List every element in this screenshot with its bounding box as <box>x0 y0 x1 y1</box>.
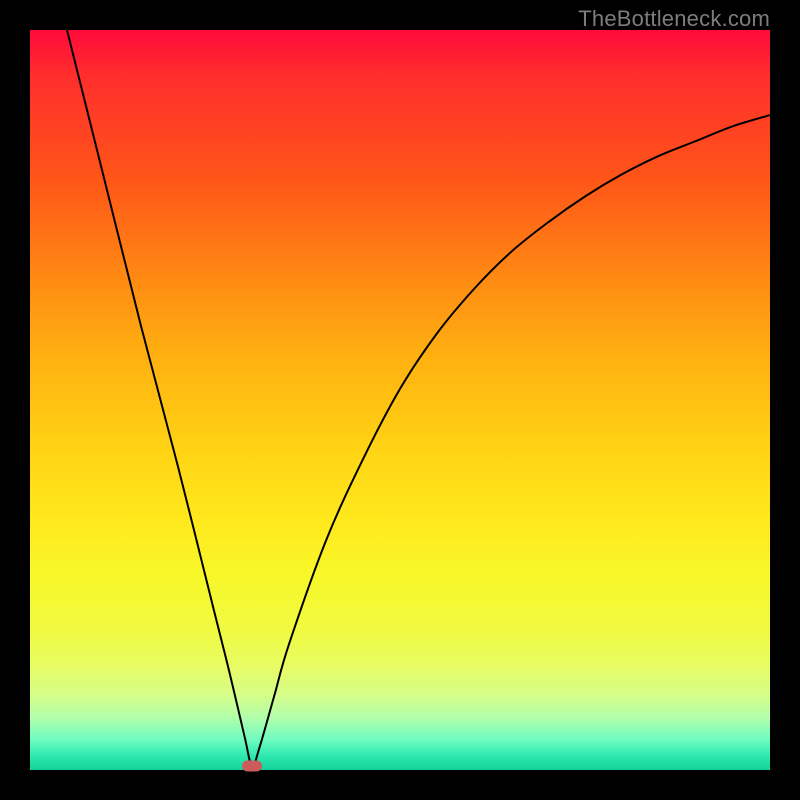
curve-layer <box>30 30 770 770</box>
optimal-marker <box>242 761 262 772</box>
watermark-text: TheBottleneck.com <box>578 6 770 32</box>
bottleneck-curve <box>67 30 770 767</box>
chart-frame: TheBottleneck.com <box>0 0 800 800</box>
